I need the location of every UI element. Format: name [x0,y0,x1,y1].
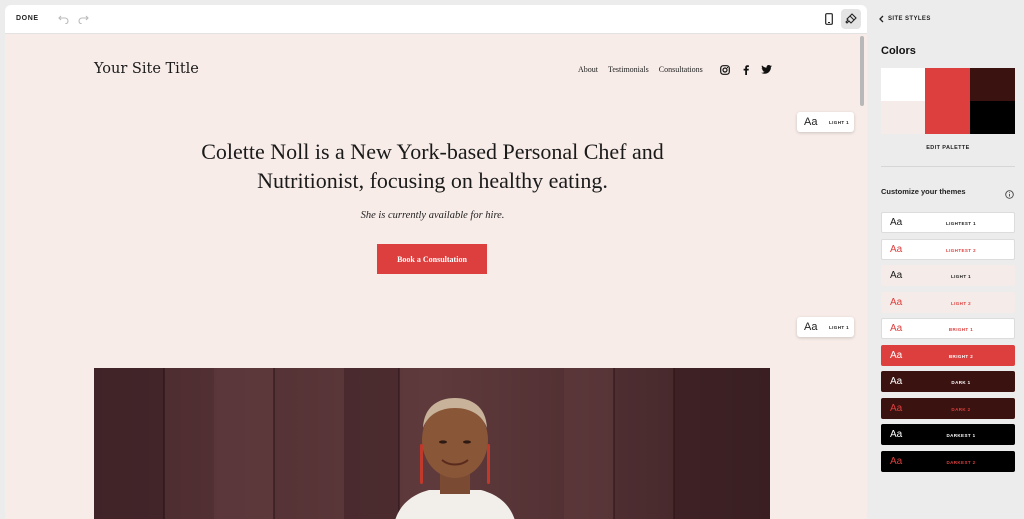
section-theme-badge[interactable]: Aa LIGHT 1 [797,317,854,337]
theme-item-darkest-1[interactable]: Aa DARKEST 1 [881,424,1015,445]
nav-link-consultations[interactable]: Consultations [659,65,703,74]
edit-palette-button[interactable]: EDIT PALETTE [881,145,1015,151]
chef-portrait-image [94,368,770,519]
hero-subheading[interactable]: She is currently available for hire. [155,210,710,221]
social-links [719,64,772,75]
theme-name: BRIGHT 2 [948,353,974,359]
palette-swatch-3 [970,68,1015,101]
theme-sample-text: Aa [804,116,818,128]
theme-sample-text: Aa [890,217,903,228]
theme-item-light-2[interactable]: Aa LIGHT 2 [881,291,1015,313]
theme-sample-text: Aa [804,321,818,333]
theme-badge-label: LIGHT 1 [829,119,850,125]
customize-themes-heading: Customize your themes [881,187,966,196]
theme-item-lightest-1[interactable]: Aa LIGHTEST 1 [881,212,1015,233]
theme-item-dark-2[interactable]: Aa DARK 2 [881,397,1015,419]
facebook-icon[interactable] [740,64,751,75]
theme-item-bright-1[interactable]: Aa BRIGHT 1 [881,318,1015,339]
theme-item-light-1[interactable]: Aa LIGHT 1 [881,265,1015,286]
theme-list: Aa LIGHTEST 1 Aa LIGHTEST 2 Aa LIGHT 1 Aa LIGHT… [881,212,1015,477]
theme-item-darkest-2[interactable]: Aa DARKEST 2 [881,450,1015,472]
divider [881,166,1015,167]
palette-swatch-6 [970,101,1015,134]
theme-sample-text: Aa [890,376,903,387]
theme-name: DARK 1 [951,380,971,385]
theme-name: LIGHT 2 [950,300,972,306]
theme-sample-text: Aa [890,323,903,334]
palette-swatch-4 [881,101,925,134]
hero-heading[interactable]: Colette Noll is a New York-based Persona… [155,137,710,195]
twitter-icon[interactable] [761,64,772,75]
hero-heading-line-1: Colette Noll is a New York-based Persona… [201,139,664,164]
theme-item-bright-2[interactable]: Aa BRIGHT 2 [881,344,1015,366]
theme-name: BRIGHT 1 [948,327,974,332]
info-icon[interactable] [1005,186,1014,204]
palette-swatch-2 [925,68,970,134]
preview-scrollbar[interactable] [860,36,864,106]
mobile-view-icon[interactable] [821,11,837,27]
theme-badge-label: LIGHT 1 [829,324,850,330]
site-navigation: About Testimonials Consultations [578,65,703,74]
back-label: SITE STYLES [888,16,931,22]
theme-name: DARKEST 2 [946,459,976,465]
theme-sample-text: Aa [890,349,903,361]
theme-name: LIGHTEST 1 [945,221,976,226]
theme-sample-text: Aa [890,296,903,308]
editor-toolbar: DONE [5,5,867,34]
palette-swatch-1 [881,68,925,101]
undo-icon[interactable] [55,11,71,27]
book-consultation-button[interactable]: Book a Consultation [377,244,487,274]
theme-sample-text: Aa [890,402,903,414]
theme-sample-text: Aa [890,455,903,467]
theme-item-lightest-2[interactable]: Aa LIGHTEST 2 [881,238,1015,260]
colors-heading: Colors [881,45,916,57]
site-styles-panel: SITE STYLES Colors EDIT PALETTE Customiz… [867,0,1024,519]
editor-app: DONE Your Site Title About Testimonials … [0,0,1024,519]
hero-heading-line-2: Nutritionist, focusing on healthy eating… [257,168,608,193]
site-title[interactable]: Your Site Title [94,61,199,77]
instagram-icon[interactable] [719,64,730,75]
redo-icon[interactable] [75,11,91,27]
theme-item-dark-1[interactable]: Aa DARK 1 [881,371,1015,392]
theme-name: DARKEST 1 [946,433,976,438]
theme-sample-text: Aa [890,243,903,255]
section-theme-badge[interactable]: Aa LIGHT 1 [797,112,854,132]
back-to-site-styles[interactable]: SITE STYLES [879,15,931,23]
theme-sample-text: Aa [890,270,903,281]
theme-name: LIGHT 1 [950,274,972,279]
theme-name: DARK 2 [951,406,971,412]
theme-name: LIGHTEST 2 [945,247,976,253]
nav-link-about[interactable]: About [578,65,598,74]
chevron-left-icon [879,15,884,23]
nav-link-testimonials[interactable]: Testimonials [608,65,649,74]
done-button[interactable]: DONE [16,15,39,22]
site-styles-brush-icon[interactable] [841,9,861,29]
color-palette-preview[interactable] [881,68,1015,134]
theme-sample-text: Aa [890,429,903,440]
site-preview-frame: DONE Your Site Title About Testimonials … [5,5,867,519]
